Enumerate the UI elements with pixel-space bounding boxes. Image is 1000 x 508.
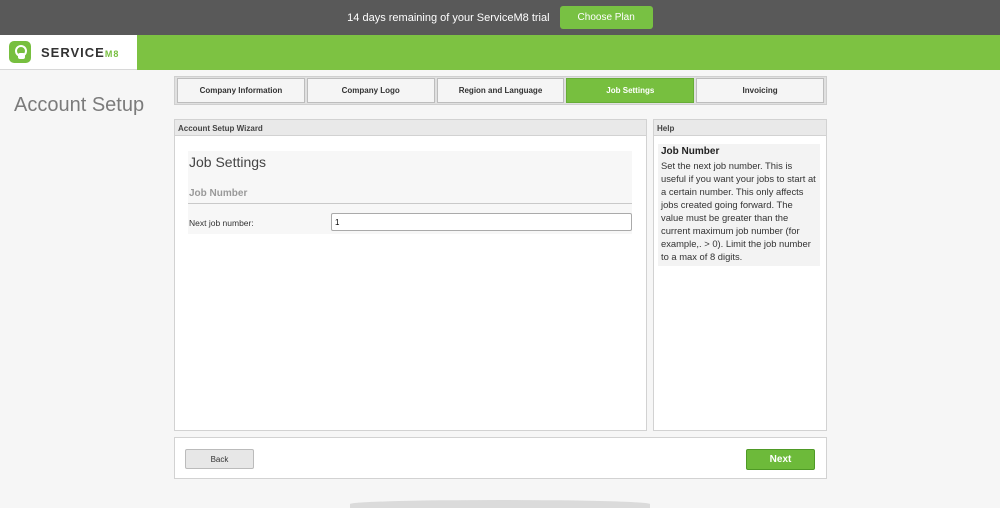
setup-wizard-panel: Account Setup Wizard Job Settings Job Nu…: [174, 119, 647, 431]
help-title: Job Number: [661, 146, 720, 157]
section-divider: [188, 203, 632, 204]
job-settings-form: Job Settings Job Number Next job number:: [188, 151, 632, 234]
help-content: Job Number Set the next job number. This…: [658, 144, 820, 266]
section-title: Job Settings: [189, 154, 267, 170]
help-panel-header: Help: [654, 120, 826, 136]
page-title: Account Setup: [14, 94, 145, 116]
logo-text: SERVICEM8: [41, 44, 120, 60]
wizard-panel-header: Account Setup Wizard: [175, 120, 646, 136]
tab-company-logo[interactable]: Company Logo: [306, 78, 435, 103]
help-text: Set the next job number. This is useful …: [661, 160, 816, 262]
back-button[interactable]: Back: [185, 449, 254, 469]
next-job-number-label: Next job number:: [189, 218, 254, 228]
trial-banner: 14 days remaining of your ServiceM8 tria…: [0, 0, 1000, 35]
logo[interactable]: SERVICEM8: [0, 35, 137, 70]
help-panel: Help Job Number Set the next job number.…: [653, 119, 827, 431]
servicem8-logo-icon: [9, 41, 31, 63]
wizard-footer: Back Next: [174, 437, 827, 479]
app-header: SERVICEM8: [0, 35, 1000, 70]
tab-company-information[interactable]: Company Information: [177, 78, 305, 103]
tab-invoicing[interactable]: Invoicing: [696, 78, 824, 103]
choose-plan-button[interactable]: Choose Plan: [559, 6, 653, 29]
next-job-number-input[interactable]: [331, 213, 632, 231]
tab-region-and-language[interactable]: Region and Language: [436, 78, 565, 103]
next-button[interactable]: Next: [746, 449, 815, 470]
tab-job-settings[interactable]: Job Settings: [566, 78, 695, 103]
trial-message: 14 days remaining of your ServiceM8 tria…: [347, 11, 550, 24]
subsection-title: Job Number: [189, 188, 248, 199]
bottom-shadow: [350, 500, 650, 508]
setup-tabs: Company Information Company Logo Region …: [174, 76, 827, 105]
